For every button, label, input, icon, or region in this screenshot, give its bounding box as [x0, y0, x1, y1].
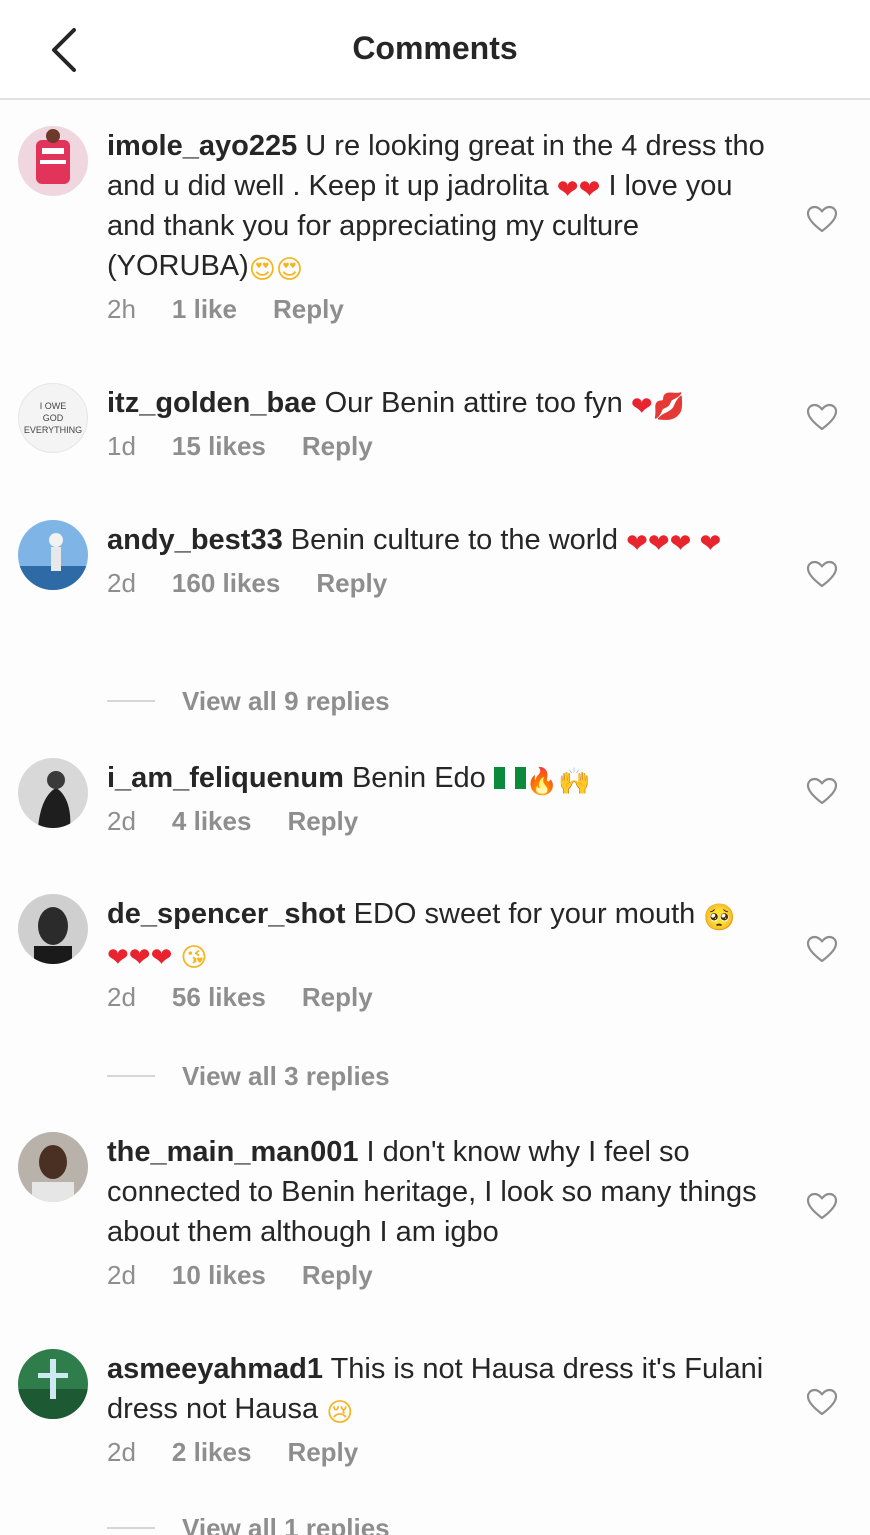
- like-heart-icon[interactable]: [806, 776, 838, 806]
- red-heart-icon: ❤❤❤: [626, 529, 692, 559]
- reply-button[interactable]: Reply: [287, 1437, 358, 1468]
- avatar-text: GOD: [42, 413, 64, 423]
- reply-button[interactable]: Reply: [316, 568, 387, 599]
- comment-username[interactable]: i_am_feliquenum: [107, 762, 344, 794]
- divider: [107, 700, 155, 702]
- comment-time: 2d: [107, 1260, 136, 1290]
- avatar[interactable]: I OWE GOD EVERYTHING: [18, 383, 88, 453]
- view-replies-button[interactable]: View all 3 replies: [107, 1058, 390, 1094]
- comment-time: 2d: [107, 568, 136, 598]
- avatar[interactable]: [18, 520, 88, 590]
- comment-username[interactable]: andy_best33: [107, 524, 283, 556]
- reply-button[interactable]: Reply: [302, 1260, 373, 1291]
- reply-button[interactable]: Reply: [302, 982, 373, 1013]
- comment-username[interactable]: itz_golden_bae: [107, 387, 317, 419]
- avatar[interactable]: [18, 894, 88, 964]
- kiss-mark-icon: 💋: [652, 392, 686, 422]
- like-heart-icon[interactable]: [806, 1191, 838, 1221]
- view-replies-label: View all 1 replies: [182, 1512, 390, 1535]
- comment-text: asmeeyahmad1 This is not Hausa dress it'…: [107, 1349, 787, 1429]
- comment-likes[interactable]: 10 likes: [172, 1260, 266, 1291]
- view-replies-button[interactable]: View all 1 replies: [107, 1510, 390, 1535]
- comment-time: 2d: [107, 982, 136, 1012]
- like-heart-icon[interactable]: [806, 402, 838, 432]
- avatar[interactable]: [18, 1132, 88, 1202]
- red-heart-icon: ❤: [699, 529, 722, 559]
- like-heart-icon[interactable]: [806, 204, 838, 234]
- comment-time: 2d: [107, 806, 136, 836]
- avatar-text: EVERYTHING: [23, 425, 83, 435]
- comment-username[interactable]: the_main_man001: [107, 1136, 358, 1168]
- nigeria-flag-icon: [493, 767, 526, 789]
- avatar[interactable]: [18, 126, 88, 196]
- comment-text: imole_ayo225 U re looking great in the 4…: [107, 126, 787, 286]
- red-heart-icon: ❤❤❤: [107, 943, 173, 973]
- face-blowing-kiss-icon: 😘: [180, 943, 208, 973]
- comment-likes[interactable]: 160 likes: [172, 568, 280, 599]
- pleading-face-icon: 🥺: [703, 903, 736, 933]
- comment-text: the_main_man001 I don't know why I feel …: [107, 1132, 787, 1252]
- like-heart-icon[interactable]: [806, 1387, 838, 1417]
- comment-body: Benin culture to the world: [290, 524, 619, 556]
- heart-eyes-face-icon: 😍😍: [248, 255, 304, 285]
- avatar-text: I OWE: [39, 401, 67, 411]
- page-title: Comments: [352, 30, 518, 66]
- red-heart-icon: ❤❤: [556, 175, 601, 205]
- comment-username[interactable]: de_spencer_shot: [107, 898, 346, 930]
- view-replies-label: View all 9 replies: [182, 685, 390, 716]
- reply-button[interactable]: Reply: [302, 431, 373, 462]
- reply-button[interactable]: Reply: [273, 294, 344, 325]
- comment-time: 2d: [107, 1437, 136, 1467]
- comment-text: de_spencer_shot EDO sweet for your mouth…: [107, 894, 787, 974]
- view-replies-button[interactable]: View all 9 replies: [107, 683, 390, 719]
- like-heart-icon[interactable]: [806, 934, 838, 964]
- comment-likes[interactable]: 1 like: [172, 294, 237, 325]
- top-bar: Comments: [0, 0, 870, 100]
- comment-likes[interactable]: 4 likes: [172, 806, 252, 837]
- comment-text: andy_best33 Benin culture to the world ❤…: [107, 520, 787, 560]
- comment-time: 2h: [107, 294, 136, 324]
- divider: [107, 1527, 155, 1529]
- comment-body: Our Benin attire too fyn: [324, 387, 623, 419]
- sad-face-icon: 😢: [326, 1398, 354, 1428]
- comment-username[interactable]: asmeeyahmad1: [107, 1353, 323, 1385]
- reply-button[interactable]: Reply: [287, 806, 358, 837]
- comment-username[interactable]: imole_ayo225: [107, 130, 297, 162]
- divider: [107, 1075, 155, 1077]
- comment-text: i_am_feliquenum Benin Edo 🔥🙌: [107, 758, 787, 798]
- comment-likes[interactable]: 56 likes: [172, 982, 266, 1013]
- view-replies-label: View all 3 replies: [182, 1060, 390, 1091]
- raising-hands-icon: 🙌: [558, 767, 591, 797]
- comment-likes[interactable]: 15 likes: [172, 431, 266, 462]
- comment-likes[interactable]: 2 likes: [172, 1437, 252, 1468]
- comment-time: 1d: [107, 431, 136, 461]
- red-heart-icon: ❤: [630, 392, 653, 422]
- comment-body: Benin Edo: [351, 762, 486, 794]
- like-heart-icon[interactable]: [806, 559, 838, 589]
- comment-text: itz_golden_bae Our Benin attire too fyn …: [107, 383, 787, 423]
- comment-body: EDO sweet for your mouth: [353, 898, 696, 930]
- fire-icon: 🔥: [525, 767, 559, 797]
- avatar[interactable]: [18, 758, 88, 828]
- avatar[interactable]: [18, 1349, 88, 1419]
